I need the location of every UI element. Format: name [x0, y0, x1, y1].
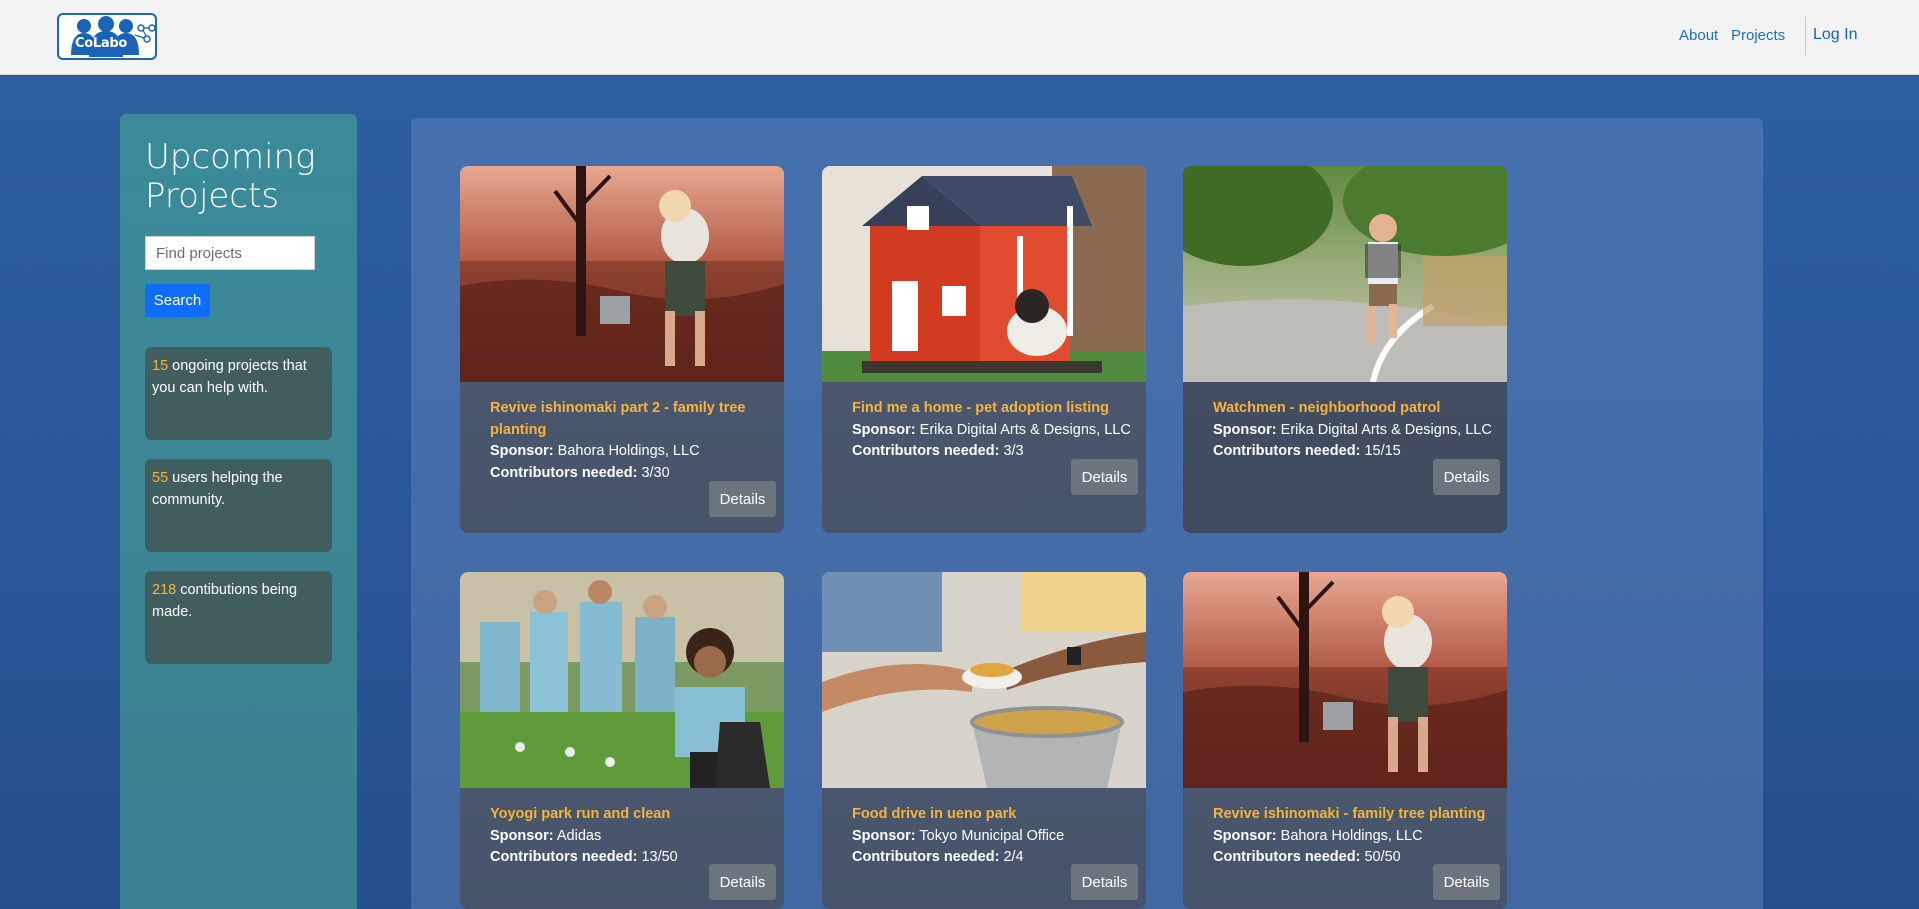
sponsor-value: Adidas	[556, 827, 602, 844]
card-sponsor: Sponsor: Tokyo Municipal Office	[852, 826, 1136, 848]
login-link[interactable]: Log In	[1813, 26, 1857, 44]
colabo-logo[interactable]: CoLabo	[57, 13, 157, 60]
sponsor-label: Sponsor:	[490, 443, 554, 459]
sponsor-value: Bahora Holdings, LLC	[557, 443, 700, 459]
project-card: Find me a home - pet adoption listing Sp…	[822, 166, 1146, 533]
card-body: Find me a home - pet adoption listing Sp…	[852, 398, 1136, 463]
search-button[interactable]: Search	[145, 284, 210, 317]
project-card: Revive ishinomaki part 2 - family tree p…	[460, 166, 784, 533]
card-sponsor: Sponsor: Erika Digital Arts & Designs, L…	[852, 420, 1136, 442]
sponsor-label: Sponsor:	[1213, 827, 1277, 844]
contributors-value: 3/30	[641, 464, 670, 481]
sponsor-value: Bahora Holdings, LLC	[1280, 827, 1423, 844]
details-button[interactable]: Details	[1433, 459, 1500, 495]
sponsor-value: Erika Digital Arts & Designs, LLC	[919, 421, 1131, 438]
sponsor-label: Sponsor:	[1213, 421, 1277, 438]
stat-contributions: 218 contibutions being made.	[145, 571, 332, 664]
stat-text: ongoing projects that you can help with.	[152, 358, 307, 396]
dog-house-photo	[822, 166, 1146, 382]
stat-users-helping: 55 users helping the community.	[145, 459, 332, 552]
nav-about-link[interactable]: About	[1679, 27, 1718, 44]
nav-divider	[1805, 17, 1806, 55]
stat-number: 218	[152, 582, 177, 598]
card-body: Food drive in ueno park Sponsor: Tokyo M…	[852, 804, 1136, 869]
card-body: Yoyogi park run and clean Sponsor: Adida…	[490, 804, 774, 869]
card-title[interactable]: Watchmen - neighborhood patrol	[1213, 398, 1497, 420]
details-button[interactable]: Details	[1071, 459, 1138, 495]
sponsor-label: Sponsor:	[490, 827, 554, 844]
contributors-value: 3/3	[1003, 443, 1024, 459]
stat-number: 15	[152, 358, 169, 374]
contributors-value: 2/4	[1003, 849, 1024, 865]
card-body: Revive ishinomaki - family tree planting…	[1213, 804, 1497, 869]
nav-projects-link[interactable]: Projects	[1731, 27, 1785, 44]
details-button[interactable]: Details	[709, 481, 776, 517]
card-title[interactable]: Revive ishinomaki part 2 - family tree p…	[490, 398, 774, 441]
project-card: Watchmen - neighborhood patrol Sponsor: …	[1183, 166, 1507, 533]
card-body: Watchmen - neighborhood patrol Sponsor: …	[1213, 398, 1497, 463]
child-watering-tree-photo	[1183, 572, 1507, 788]
project-search-input[interactable]	[145, 236, 315, 270]
card-body: Revive ishinomaki part 2 - family tree p…	[490, 398, 774, 484]
child-running-road-photo	[1183, 166, 1507, 382]
sponsor-value: Tokyo Municipal Office	[919, 827, 1065, 844]
contributors-label: Contributors needed:	[490, 849, 638, 865]
sidebar-title: Upcoming Projects	[145, 137, 316, 216]
sponsor-label: Sponsor:	[852, 421, 916, 438]
volunteers-cleaning-park-photo	[460, 572, 784, 788]
card-title[interactable]: Revive ishinomaki - family tree planting	[1213, 804, 1497, 826]
contributors-label: Contributors needed:	[1213, 443, 1361, 459]
sponsor-value: Erika Digital Arts & Designs, LLC	[1280, 421, 1492, 438]
project-card: Food drive in ueno park Sponsor: Tokyo M…	[822, 572, 1146, 909]
project-card: Yoyogi park run and clean Sponsor: Adida…	[460, 572, 784, 909]
contributors-value: 13/50	[641, 849, 678, 865]
card-sponsor: Sponsor: Erika Digital Arts & Designs, L…	[1213, 420, 1497, 442]
card-sponsor: Sponsor: Adidas	[490, 826, 774, 848]
card-sponsor: Sponsor: Bahora Holdings, LLC	[1213, 826, 1497, 848]
sponsor-label: Sponsor:	[852, 827, 916, 844]
project-card: Revive ishinomaki - family tree planting…	[1183, 572, 1507, 909]
contributors-label: Contributors needed:	[1213, 849, 1361, 865]
details-button[interactable]: Details	[1433, 864, 1500, 900]
card-sponsor: Sponsor: Bahora Holdings, LLC	[490, 441, 774, 463]
stat-ongoing-projects: 15 ongoing projects that you can help wi…	[145, 347, 332, 440]
contributors-label: Contributors needed:	[490, 464, 638, 481]
contributors-value: 15/15	[1364, 443, 1401, 459]
card-title[interactable]: Yoyogi park run and clean	[490, 804, 774, 826]
child-watering-tree-photo	[460, 166, 784, 382]
logo-text: CoLabo	[75, 36, 127, 51]
contributors-label: Contributors needed:	[852, 849, 1000, 865]
stat-text: users helping the community.	[152, 470, 283, 508]
food-serving-photo	[822, 572, 1146, 788]
details-button[interactable]: Details	[709, 864, 776, 900]
card-title[interactable]: Food drive in ueno park	[852, 804, 1136, 826]
sidebar: Upcoming Projects Search 15 ongoing proj…	[120, 114, 357, 909]
contributors-value: 50/50	[1364, 849, 1401, 865]
card-title[interactable]: Find me a home - pet adoption listing	[852, 398, 1136, 420]
contributors-label: Contributors needed:	[852, 443, 1000, 459]
details-button[interactable]: Details	[1071, 864, 1138, 900]
top-navbar: CoLabo About Projects Log In	[0, 0, 1919, 75]
stat-number: 55	[152, 470, 169, 486]
